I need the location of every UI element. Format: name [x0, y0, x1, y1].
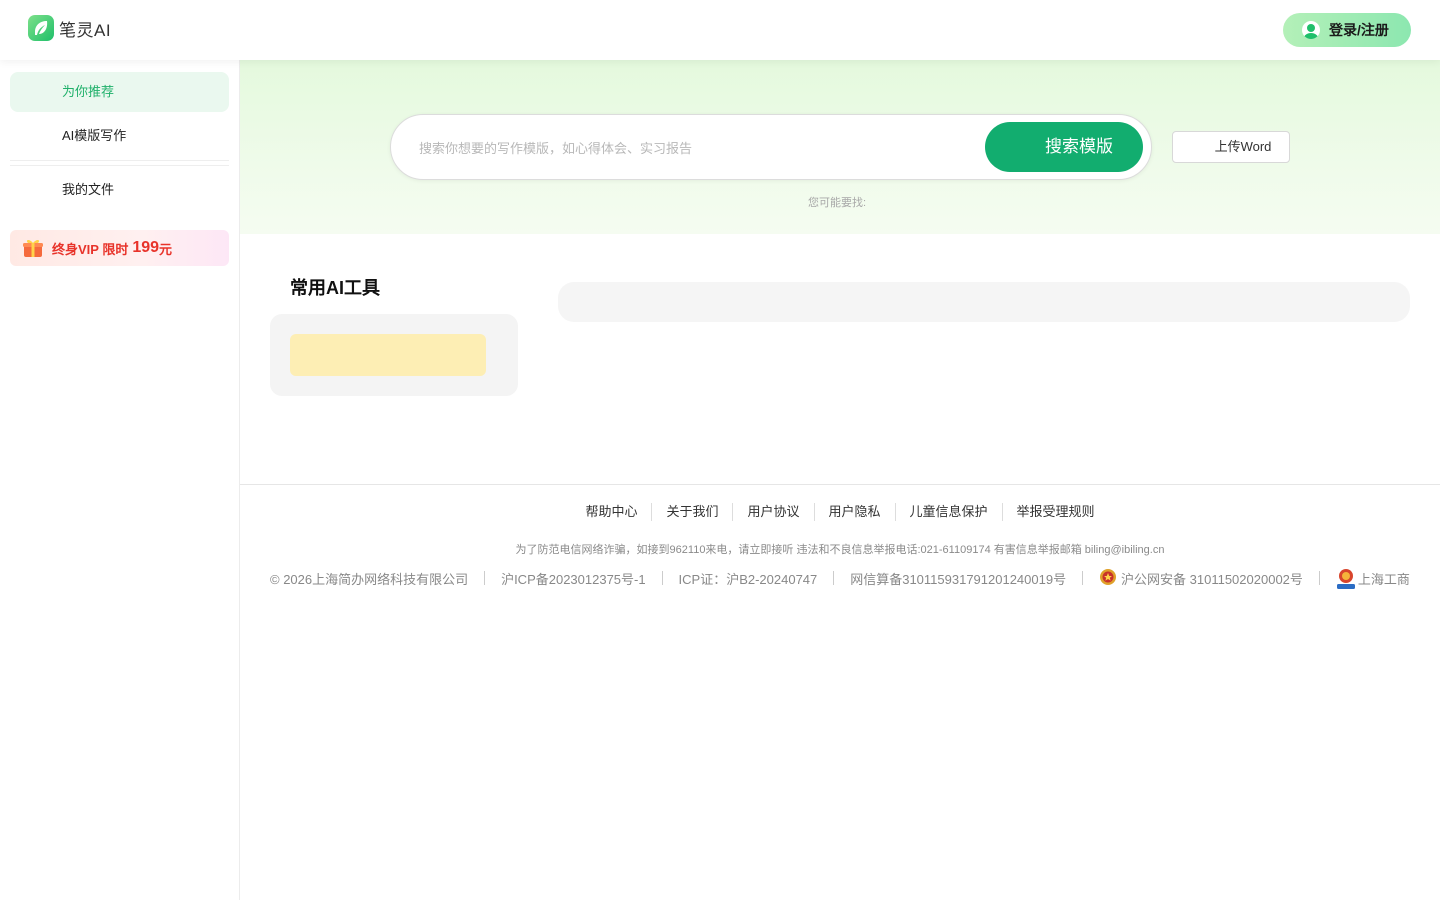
- copyright-text: © 2026上海简办网络科技有限公司: [270, 571, 469, 587]
- footer-link-user-agreement[interactable]: 用户协议: [733, 502, 813, 522]
- footer-separator: [661, 571, 663, 585]
- shanghai-business-link[interactable]: 上海工商: [1336, 568, 1410, 589]
- footer-link-report-rules[interactable]: 举报受理规则: [1003, 502, 1109, 522]
- feather-logo-icon: [28, 15, 54, 41]
- algorithm-record-text: 网信算备310115931791201240019号: [850, 571, 1067, 587]
- police-record-text: 沪公网安备 31011502020002号: [1121, 571, 1303, 587]
- user-avatar-icon: [1302, 21, 1320, 39]
- footer-divider: [240, 484, 1440, 485]
- shanghai-business-text: 上海工商: [1357, 571, 1410, 587]
- sidebar-item-my-files[interactable]: 我的文件: [10, 170, 229, 210]
- footer-links: 帮助中心 关于我们 用户协议 用户隐私 儿童信息保护 举报受理规则: [240, 502, 1440, 522]
- search-input[interactable]: [419, 137, 979, 159]
- vip-price-unit: 元: [159, 241, 173, 257]
- loading-skeleton-bar: [558, 282, 1410, 322]
- footer-separator: [1082, 571, 1084, 585]
- footer-link-child-protection[interactable]: 儿童信息保护: [896, 502, 1002, 522]
- footer-separator: [1318, 571, 1320, 585]
- footer-link-user-privacy[interactable]: 用户隐私: [815, 502, 895, 522]
- footer-link-help-center[interactable]: 帮助中心: [571, 502, 651, 522]
- anti-fraud-notice: 为了防范电信网络诈骗，如接到962110来电，请立即接听 违法和不良信息举报电话…: [515, 544, 1165, 556]
- app-logo[interactable]: 笔灵AI: [28, 15, 111, 41]
- suggestions-label: 您可能要找:: [807, 197, 867, 209]
- upload-word-button[interactable]: 上传Word: [1172, 131, 1290, 163]
- tool-card-placeholder: [270, 314, 518, 396]
- search-bar: 搜索模版: [390, 114, 1152, 180]
- police-badge-icon: [1099, 568, 1117, 588]
- sidebar-divider: [10, 160, 229, 161]
- vip-promo-banner[interactable]: 终身VIP 限时 199 元: [10, 230, 229, 266]
- top-header: 笔灵AI 登录/注册: [0, 0, 1440, 60]
- search-template-button[interactable]: 搜索模版: [985, 122, 1143, 172]
- icp-record-link[interactable]: 沪ICP备2023012375号-1: [501, 569, 646, 588]
- sidebar-item-recommend[interactable]: 为你推荐: [10, 72, 229, 112]
- vip-price: 199: [132, 239, 160, 256]
- icp-license-link[interactable]: ICP证：沪B2-20240747: [679, 569, 818, 588]
- footer-legal: © 2026上海简办网络科技有限公司 沪ICP备2023012375号-1 IC…: [270, 568, 1410, 589]
- section-title-common-ai-tools: 常用AI工具: [290, 278, 380, 298]
- loading-skeleton: [290, 334, 486, 376]
- login-register-button[interactable]: 登录/注册: [1283, 13, 1411, 47]
- footer-link-about-us[interactable]: 关于我们: [652, 502, 732, 522]
- business-license-icon: [1336, 568, 1355, 589]
- app-name: 笔灵AI: [59, 20, 112, 40]
- gift-icon: [22, 238, 43, 258]
- police-record-link[interactable]: 沪公网安备 31011502020002号: [1099, 568, 1303, 588]
- footer-separator: [833, 571, 835, 585]
- sidebar: 为你推荐 AI模版写作 我的文件 终身VIP 限时 199 元: [0, 60, 240, 900]
- search-hero: 搜索模版 上传Word 您可能要找:: [240, 60, 1440, 234]
- sidebar-item-ai-template-writing[interactable]: AI模版写作: [10, 116, 229, 156]
- sidebar-divider: [10, 165, 229, 166]
- vip-promo-text: 终身VIP 限时: [52, 241, 129, 257]
- footer-separator: [484, 571, 486, 585]
- login-register-label: 登录/注册: [1329, 22, 1389, 38]
